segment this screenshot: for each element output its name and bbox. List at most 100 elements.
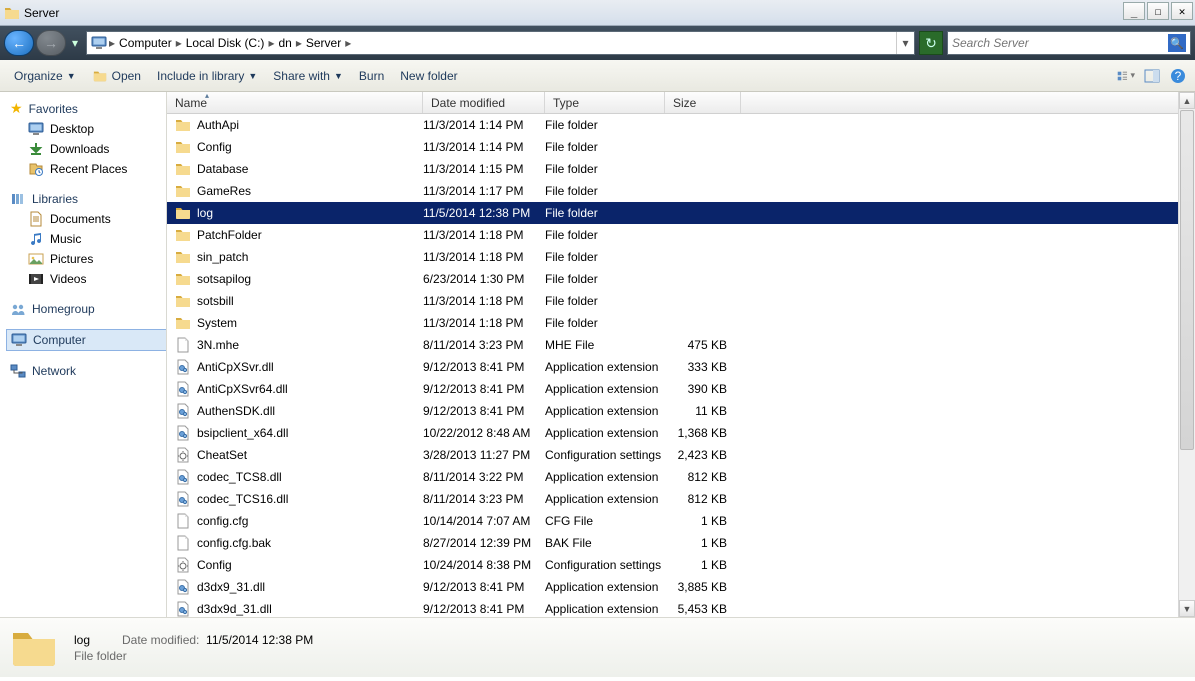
column-size[interactable]: Size <box>665 92 741 113</box>
maximize-button[interactable]: ☐ <box>1147 2 1169 20</box>
file-type: File folder <box>545 294 665 308</box>
minimize-button[interactable]: _ <box>1123 2 1145 20</box>
file-row[interactable]: Config10/24/2014 8:38 PMConfiguration se… <box>167 554 1195 576</box>
sidebar-network[interactable]: Network <box>10 361 166 381</box>
new-folder-button[interactable]: New folder <box>394 66 463 86</box>
sidebar-homegroup[interactable]: Homegroup <box>10 299 166 319</box>
dll-icon <box>175 425 191 441</box>
sidebar-item-desktop[interactable]: Desktop <box>10 119 166 139</box>
breadcrumb-seg-2[interactable]: Server <box>304 36 343 50</box>
file-row[interactable]: codec_TCS16.dll8/11/2014 3:23 PMApplicat… <box>167 488 1195 510</box>
details-date-label: Date modified: <box>122 633 199 647</box>
folder-icon <box>175 139 191 155</box>
file-row[interactable]: System11/3/2014 1:18 PMFile folder <box>167 312 1195 334</box>
file-row[interactable]: config.cfg.bak8/27/2014 12:39 PMBAK File… <box>167 532 1195 554</box>
file-row[interactable]: PatchFolder11/3/2014 1:18 PMFile folder <box>167 224 1195 246</box>
sidebar-item-music[interactable]: Music <box>10 229 166 249</box>
file-row[interactable]: log11/5/2014 12:38 PMFile folder <box>167 202 1195 224</box>
scroll-down-button[interactable]: ▼ <box>1179 600 1195 617</box>
sidebar-item-recent-places[interactable]: Recent Places <box>10 159 166 179</box>
title-bar: Server _ ☐ ✕ <box>0 0 1195 26</box>
file-name: sotsapilog <box>197 272 423 286</box>
view-options-button[interactable] <box>1117 67 1135 85</box>
folder-icon <box>175 271 191 287</box>
sidebar-item-downloads[interactable]: Downloads <box>10 139 166 159</box>
file-size: 11 KB <box>665 404 741 418</box>
sidebar-item-documents[interactable]: Documents <box>10 209 166 229</box>
scroll-up-button[interactable]: ▲ <box>1179 92 1195 109</box>
preview-pane-button[interactable] <box>1143 67 1161 85</box>
file-row[interactable]: Config11/3/2014 1:14 PMFile folder <box>167 136 1195 158</box>
burn-button[interactable]: Burn <box>353 66 390 86</box>
file-row[interactable]: codec_TCS8.dll8/11/2014 3:22 PMApplicati… <box>167 466 1195 488</box>
refresh-button[interactable]: ↻ <box>919 31 943 55</box>
share-with-button[interactable]: Share with▼ <box>267 66 349 86</box>
file-row[interactable]: Database11/3/2014 1:15 PMFile folder <box>167 158 1195 180</box>
file-type: File folder <box>545 206 665 220</box>
address-dropdown[interactable]: ▾ <box>896 32 914 54</box>
sidebar-computer[interactable]: Computer <box>6 329 166 351</box>
breadcrumb-root[interactable]: Computer <box>117 36 174 50</box>
folder-icon <box>175 315 191 331</box>
file-row[interactable]: GameRes11/3/2014 1:17 PMFile folder <box>167 180 1195 202</box>
file-size: 2,423 KB <box>665 448 741 462</box>
file-size: 812 KB <box>665 492 741 506</box>
file-name: Config <box>197 140 423 154</box>
file-size: 475 KB <box>665 338 741 352</box>
main-area: ★Favorites Desktop Downloads Recent Plac… <box>0 92 1195 617</box>
details-pane: log Date modified: 11/5/2014 12:38 PM Fi… <box>0 617 1195 677</box>
address-bar[interactable]: ▸ Computer ▸ Local Disk (C:) ▸ dn ▸ Serv… <box>86 31 915 55</box>
file-row[interactable]: sotsbill11/3/2014 1:18 PMFile folder <box>167 290 1195 312</box>
column-name[interactable]: Name▴ <box>167 92 423 113</box>
file-row[interactable]: AntiCpXSvr.dll9/12/2013 8:41 PMApplicati… <box>167 356 1195 378</box>
window-folder-icon <box>4 5 20 21</box>
organize-button[interactable]: Organize▼ <box>8 66 82 86</box>
sidebar-item-videos[interactable]: Videos <box>10 269 166 289</box>
search-icon[interactable]: 🔍 <box>1168 34 1186 52</box>
details-type: File folder <box>74 649 127 663</box>
scroll-thumb[interactable] <box>1180 110 1194 450</box>
file-row[interactable]: d3dx9d_31.dll9/12/2013 8:41 PMApplicatio… <box>167 598 1195 617</box>
file-row[interactable]: bsipclient_x64.dll10/22/2012 8:48 AMAppl… <box>167 422 1195 444</box>
file-size: 1,368 KB <box>665 426 741 440</box>
file-name: bsipclient_x64.dll <box>197 426 423 440</box>
file-name: sin_patch <box>197 250 423 264</box>
file-row[interactable]: d3dx9_31.dll9/12/2013 8:41 PMApplication… <box>167 576 1195 598</box>
vertical-scrollbar[interactable]: ▲ ▼ <box>1178 92 1195 617</box>
file-row[interactable]: AuthApi11/3/2014 1:14 PMFile folder <box>167 114 1195 136</box>
column-date[interactable]: Date modified <box>423 92 545 113</box>
file-name: PatchFolder <box>197 228 423 242</box>
close-button[interactable]: ✕ <box>1171 2 1193 20</box>
back-button[interactable]: ← <box>4 30 34 56</box>
file-date: 9/12/2013 8:41 PM <box>423 602 545 616</box>
file-row[interactable]: AntiCpXSvr64.dll9/12/2013 8:41 PMApplica… <box>167 378 1195 400</box>
homegroup-icon <box>10 301 26 317</box>
column-type[interactable]: Type <box>545 92 665 113</box>
file-row[interactable]: AuthenSDK.dll9/12/2013 8:41 PMApplicatio… <box>167 400 1195 422</box>
breadcrumb-seg-0[interactable]: Local Disk (C:) <box>184 36 267 50</box>
include-in-library-button[interactable]: Include in library▼ <box>151 66 263 86</box>
help-button[interactable] <box>1169 67 1187 85</box>
recent-locations-dropdown[interactable]: ▾ <box>68 30 82 56</box>
file-row[interactable]: sotsapilog6/23/2014 1:30 PMFile folder <box>167 268 1195 290</box>
sidebar-favorites[interactable]: ★Favorites <box>10 98 166 119</box>
file-row[interactable]: 3N.mhe8/11/2014 3:23 PMMHE File475 KB <box>167 334 1195 356</box>
sidebar-libraries[interactable]: Libraries <box>10 189 166 209</box>
file-type: File folder <box>545 162 665 176</box>
music-icon <box>28 231 44 247</box>
file-row[interactable]: config.cfg10/14/2014 7:07 AMCFG File1 KB <box>167 510 1195 532</box>
search-input[interactable] <box>952 36 1168 50</box>
dll-icon <box>175 579 191 595</box>
open-button[interactable]: Open <box>86 66 147 86</box>
file-name: AuthApi <box>197 118 423 132</box>
breadcrumb-seg-1[interactable]: dn <box>276 36 293 50</box>
recent-icon <box>28 161 44 177</box>
file-row[interactable]: CheatSet3/28/2013 11:27 PMConfiguration … <box>167 444 1195 466</box>
folder-icon <box>175 249 191 265</box>
file-name: config.cfg.bak <box>197 536 423 550</box>
search-box[interactable]: 🔍 <box>947 31 1191 55</box>
nav-bar: ← → ▾ ▸ Computer ▸ Local Disk (C:) ▸ dn … <box>0 26 1195 60</box>
file-size: 812 KB <box>665 470 741 484</box>
file-row[interactable]: sin_patch11/3/2014 1:18 PMFile folder <box>167 246 1195 268</box>
sidebar-item-pictures[interactable]: Pictures <box>10 249 166 269</box>
